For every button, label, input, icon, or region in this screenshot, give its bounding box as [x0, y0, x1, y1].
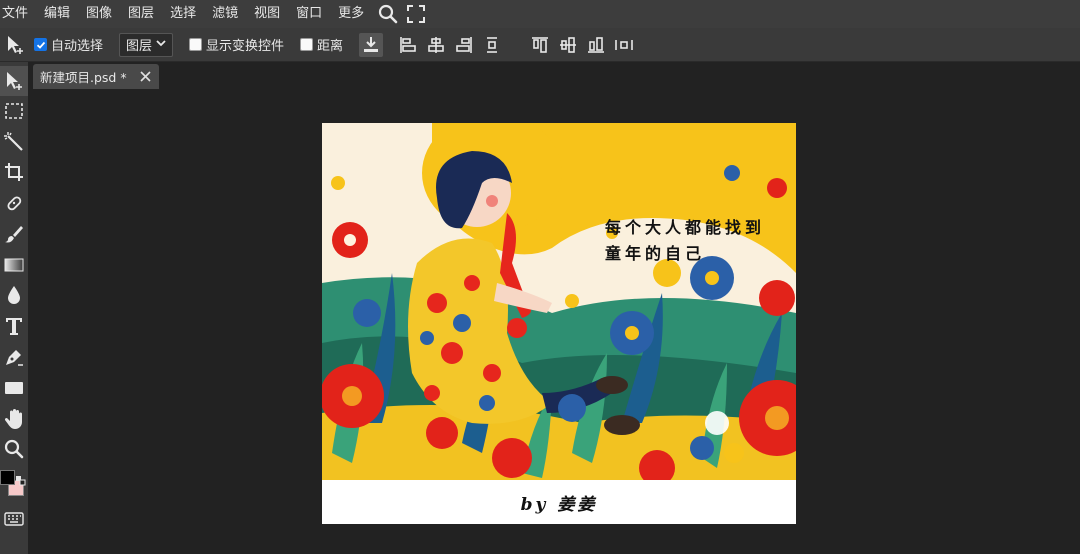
- hand-tool-icon[interactable]: [0, 404, 28, 434]
- close-icon[interactable]: [137, 68, 153, 84]
- artwork-illustration: 每个大人都能找到 童年的自己: [322, 123, 796, 480]
- show-transform-label: 显示变换控件: [206, 39, 285, 54]
- swap-colors-icon[interactable]: [16, 471, 26, 490]
- menu-filter[interactable]: 滤镜: [204, 0, 246, 28]
- move-tool-icon[interactable]: [0, 66, 28, 96]
- layer-select-dropdown[interactable]: 图层: [119, 32, 174, 57]
- show-transform-check-box[interactable]: [189, 38, 203, 51]
- distance-checkbox[interactable]: 距离: [300, 35, 343, 54]
- keyboard-shortcuts-icon[interactable]: [0, 504, 28, 534]
- download-icon[interactable]: [359, 32, 384, 57]
- healing-brush-tool-icon[interactable]: [0, 188, 28, 218]
- fullscreen-icon[interactable]: [404, 0, 428, 28]
- brush-tool-icon[interactable]: [0, 219, 28, 249]
- distribute-horizontal-icon[interactable]: [613, 34, 635, 56]
- zoom-tool-icon[interactable]: [0, 434, 28, 464]
- menu-view[interactable]: 视图: [246, 0, 288, 28]
- art-text-line1: 每个大人都能找到: [605, 218, 765, 237]
- options-bar: 自动选择 图层 显示变换控件 距离: [0, 28, 1080, 62]
- distribute-vertical-icon[interactable]: [481, 34, 503, 56]
- menu-layer[interactable]: 图层: [120, 0, 162, 28]
- menu-file[interactable]: 文件: [0, 0, 36, 28]
- menu-bar: 文件 编辑 图像 图层 选择 滤镜 视图 窗口 更多: [0, 0, 1080, 28]
- document-tab-label: 新建项目.psd *: [40, 70, 127, 85]
- rectangle-tool-icon[interactable]: [0, 373, 28, 403]
- menu-select[interactable]: 选择: [162, 0, 204, 28]
- layer-select-value: 图层: [126, 39, 153, 54]
- tools-panel: [0, 62, 28, 554]
- auto-select-checkbox[interactable]: 自动选择: [34, 35, 103, 54]
- move-tool-preset-icon[interactable]: [0, 28, 30, 62]
- menu-image[interactable]: 图像: [78, 0, 120, 28]
- gradient-tool-icon[interactable]: [0, 250, 28, 280]
- auto-select-check-box[interactable]: [34, 38, 47, 51]
- align-left-edges-icon[interactable]: [397, 34, 419, 56]
- show-transform-checkbox[interactable]: 显示变换控件: [189, 35, 284, 54]
- blur-tool-icon[interactable]: [0, 280, 28, 310]
- caption-text: by 姜姜: [520, 494, 598, 515]
- foreground-color-swatch[interactable]: [0, 470, 15, 485]
- menu-more[interactable]: 更多: [330, 0, 372, 28]
- art-text-line2: 童年的自己: [605, 244, 705, 263]
- magic-wand-tool-icon[interactable]: [0, 127, 28, 157]
- align-right-edges-icon[interactable]: [453, 34, 475, 56]
- type-tool-icon[interactable]: [0, 311, 28, 341]
- search-icon[interactable]: [376, 0, 400, 28]
- menu-edit[interactable]: 编辑: [36, 0, 78, 28]
- marquee-tool-icon[interactable]: [0, 96, 28, 126]
- document-canvas[interactable]: 每个大人都能找到 童年的自己 by 姜姜: [322, 123, 796, 524]
- artwork-caption: by 姜姜: [322, 480, 796, 524]
- distance-check-box[interactable]: [300, 38, 314, 51]
- distance-label: 距离: [317, 39, 344, 54]
- menu-window[interactable]: 窗口: [288, 0, 330, 28]
- document-tab[interactable]: 新建项目.psd *: [33, 64, 159, 89]
- chevron-down-icon: [156, 39, 166, 50]
- pen-tool-icon[interactable]: [0, 342, 28, 372]
- align-bottom-edges-icon[interactable]: [585, 34, 607, 56]
- align-vertical-centers-icon[interactable]: [557, 34, 579, 56]
- align-horizontal-centers-icon[interactable]: [425, 34, 447, 56]
- foreground-color-fill: [1, 471, 14, 484]
- auto-select-label: 自动选择: [51, 39, 104, 54]
- crop-tool-icon[interactable]: [0, 157, 28, 187]
- align-top-edges-icon[interactable]: [529, 34, 551, 56]
